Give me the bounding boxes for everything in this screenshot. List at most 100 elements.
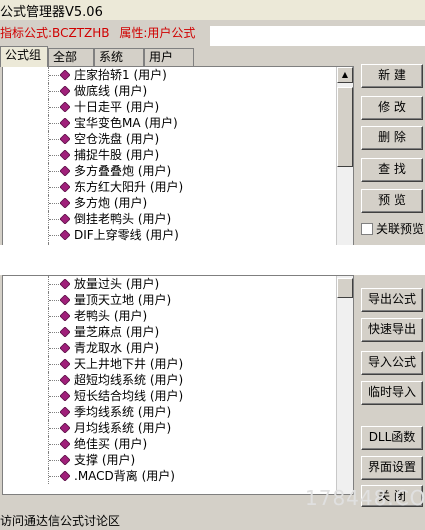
formula-gem-icon — [60, 311, 70, 321]
formula-row[interactable]: .MACD背离 (用户) — [3, 468, 336, 484]
formula-name: 放量过头 (用户) — [74, 277, 160, 291]
formula-name: .MACD背离 (用户) — [74, 469, 175, 483]
formula-row[interactable]: 东方红大阳升 (用户) — [3, 179, 336, 195]
formula-row[interactable]: 量芝麻点 (用户) — [3, 324, 336, 340]
formula-gem-icon — [60, 214, 70, 224]
top-stripe — [210, 26, 425, 46]
formula-gem-icon — [60, 439, 70, 449]
quick-export-button[interactable]: 快速导出 — [361, 318, 423, 342]
formula-row[interactable]: 空仓洗盘 (用户) — [3, 131, 336, 147]
ui-settings-button[interactable]: 界面设置 — [361, 456, 423, 480]
scroll-thumb-lower[interactable] — [337, 278, 353, 298]
formula-gem-icon — [60, 359, 70, 369]
formula-gem-icon — [60, 102, 70, 112]
tab-system[interactable]: 系统 — [94, 48, 144, 66]
watermark-text: 178448.COM — [305, 486, 425, 510]
tab-all[interactable]: 全部 — [48, 48, 94, 66]
formula-name: 捕捉牛股 (用户) — [74, 148, 160, 162]
formula-gem-icon — [60, 327, 70, 337]
formula-row[interactable]: 捕捉牛股 (用户) — [3, 147, 336, 163]
formula-gem-icon — [60, 70, 70, 80]
formula-row[interactable]: 放量过头 (用户) — [3, 276, 336, 292]
formula-row[interactable]: 宝华变色MA (用户) — [3, 115, 336, 131]
scroll-thumb[interactable] — [337, 87, 353, 167]
import-button[interactable]: 导入公式 — [361, 351, 423, 375]
formula-name: 多方炮 (用户) — [74, 196, 148, 210]
formula-name: 支撑 (用户) — [74, 453, 136, 467]
formula-gem-icon — [60, 295, 70, 305]
formula-name: 量顶天立地 (用户) — [74, 293, 172, 307]
formula-gem-icon — [60, 375, 70, 385]
formula-gem-icon — [60, 198, 70, 208]
edit-button[interactable]: 修 改 — [361, 96, 423, 120]
formula-name: 倒挂老鸭头 (用户) — [74, 212, 172, 226]
formula-name: DIF上穿零线 (用户) — [74, 228, 179, 242]
formula-gem-icon — [60, 455, 70, 465]
formula-gem-icon — [60, 150, 70, 160]
formula-gem-icon — [60, 471, 70, 481]
formula-name: 短长结合均线 (用户) — [74, 389, 184, 403]
formula-name: 宝华变色MA (用户) — [74, 116, 178, 130]
formula-row[interactable]: 十日走平 (用户) — [3, 99, 336, 115]
formula-gem-icon — [60, 230, 70, 240]
formula-gem-icon — [60, 423, 70, 433]
formula-row[interactable]: 支撑 (用户) — [3, 452, 336, 468]
preview-button[interactable]: 预 览 — [361, 189, 423, 213]
dll-function-button[interactable]: DLL函数 — [361, 426, 423, 450]
tab-bar: 公式组 全部 系统 用户 — [0, 46, 210, 67]
formula-gem-icon — [60, 343, 70, 353]
formula-row[interactable]: 短长结合均线 (用户) — [3, 388, 336, 404]
forum-link[interactable]: 访问通达信公式讨论区 — [0, 512, 120, 529]
scroll-up-icon[interactable]: ▲ — [337, 67, 353, 83]
formula-row[interactable]: 做底线 (用户) — [3, 83, 336, 99]
formula-row[interactable]: 天上井地下井 (用户) — [3, 356, 336, 372]
formula-row[interactable]: 倒挂老鸭头 (用户) — [3, 211, 336, 227]
formula-name: 十日走平 (用户) — [74, 100, 160, 114]
formula-name: 青龙取水 (用户) — [74, 341, 160, 355]
formula-row[interactable]: 庄家抬轿1 (用户) — [3, 67, 336, 83]
export-button[interactable]: 导出公式 — [361, 288, 423, 312]
formula-row[interactable]: 量顶天立地 (用户) — [3, 292, 336, 308]
checkbox-label: 关联预览 — [376, 222, 425, 236]
formula-name: 量芝麻点 (用户) — [74, 325, 160, 339]
formula-row[interactable]: 多方炮 (用户) — [3, 195, 336, 211]
formula-tree-top[interactable]: 庄家抬轿1 (用户) 做底线 (用户) 十日走平 (用户) 宝华变色MA (用户) 空仓… — [2, 66, 354, 256]
formula-row[interactable]: 青龙取水 (用户) — [3, 340, 336, 356]
formula-name: 绝佳买 (用户) — [74, 437, 148, 451]
status-bar: 访问通达信公式讨论区 — [0, 510, 425, 530]
formula-row[interactable]: 老鸭头 (用户) — [3, 308, 336, 324]
tab-formula-group[interactable]: 公式组 — [0, 46, 48, 67]
vertical-scrollbar-lower[interactable] — [336, 276, 353, 494]
formula-name: 季均线系统 (用户) — [74, 405, 172, 419]
white-band — [0, 245, 425, 275]
formula-row[interactable]: 超短均线系统 (用户) — [3, 372, 336, 388]
tab-user[interactable]: 用户 — [144, 48, 194, 66]
formula-row[interactable]: DIF上穿零线 (用户) — [3, 227, 336, 243]
formula-name: 月均线系统 (用户) — [74, 421, 172, 435]
formula-name: 天上井地下井 (用户) — [74, 357, 184, 371]
formula-row[interactable]: 多方叠叠炮 (用户) — [3, 163, 336, 179]
formula-gem-icon — [60, 166, 70, 176]
indicator-info: 指标公式:BCZTZHB 属性:用户公式 — [0, 24, 201, 42]
formula-gem-icon — [60, 134, 70, 144]
new-button[interactable]: 新 建 — [361, 64, 423, 88]
checkbox-box[interactable] — [361, 223, 373, 235]
vertical-scrollbar[interactable]: ▲ — [336, 67, 353, 255]
formula-name: 做底线 (用户) — [74, 84, 148, 98]
formula-name: 庄家抬轿1 (用户) — [74, 68, 167, 82]
formula-gem-icon — [60, 182, 70, 192]
find-button[interactable]: 查 找 — [361, 158, 423, 182]
formula-row[interactable]: 季均线系统 (用户) — [3, 404, 336, 420]
temp-import-button[interactable]: 临时导入 — [361, 381, 423, 405]
formula-row[interactable]: 绝佳买 (用户) — [3, 436, 336, 452]
link-preview-checkbox[interactable]: 关联预览 — [361, 220, 424, 237]
formula-name: 老鸭头 (用户) — [74, 309, 148, 323]
indicator-formula-label: 指标公式:BCZTZHB — [0, 26, 110, 40]
formula-gem-icon — [60, 86, 70, 96]
formula-row[interactable]: 月均线系统 (用户) — [3, 420, 336, 436]
delete-button[interactable]: 删 除 — [361, 126, 423, 150]
indicator-attr-label: 属性:用户公式 — [119, 26, 196, 40]
formula-name: 超短均线系统 (用户) — [74, 373, 184, 387]
formula-tree-bottom[interactable]: 放量过头 (用户) 量顶天立地 (用户) 老鸭头 (用户) 量芝麻点 (用户) 青龙取水… — [2, 275, 354, 495]
formula-gem-icon — [60, 118, 70, 128]
